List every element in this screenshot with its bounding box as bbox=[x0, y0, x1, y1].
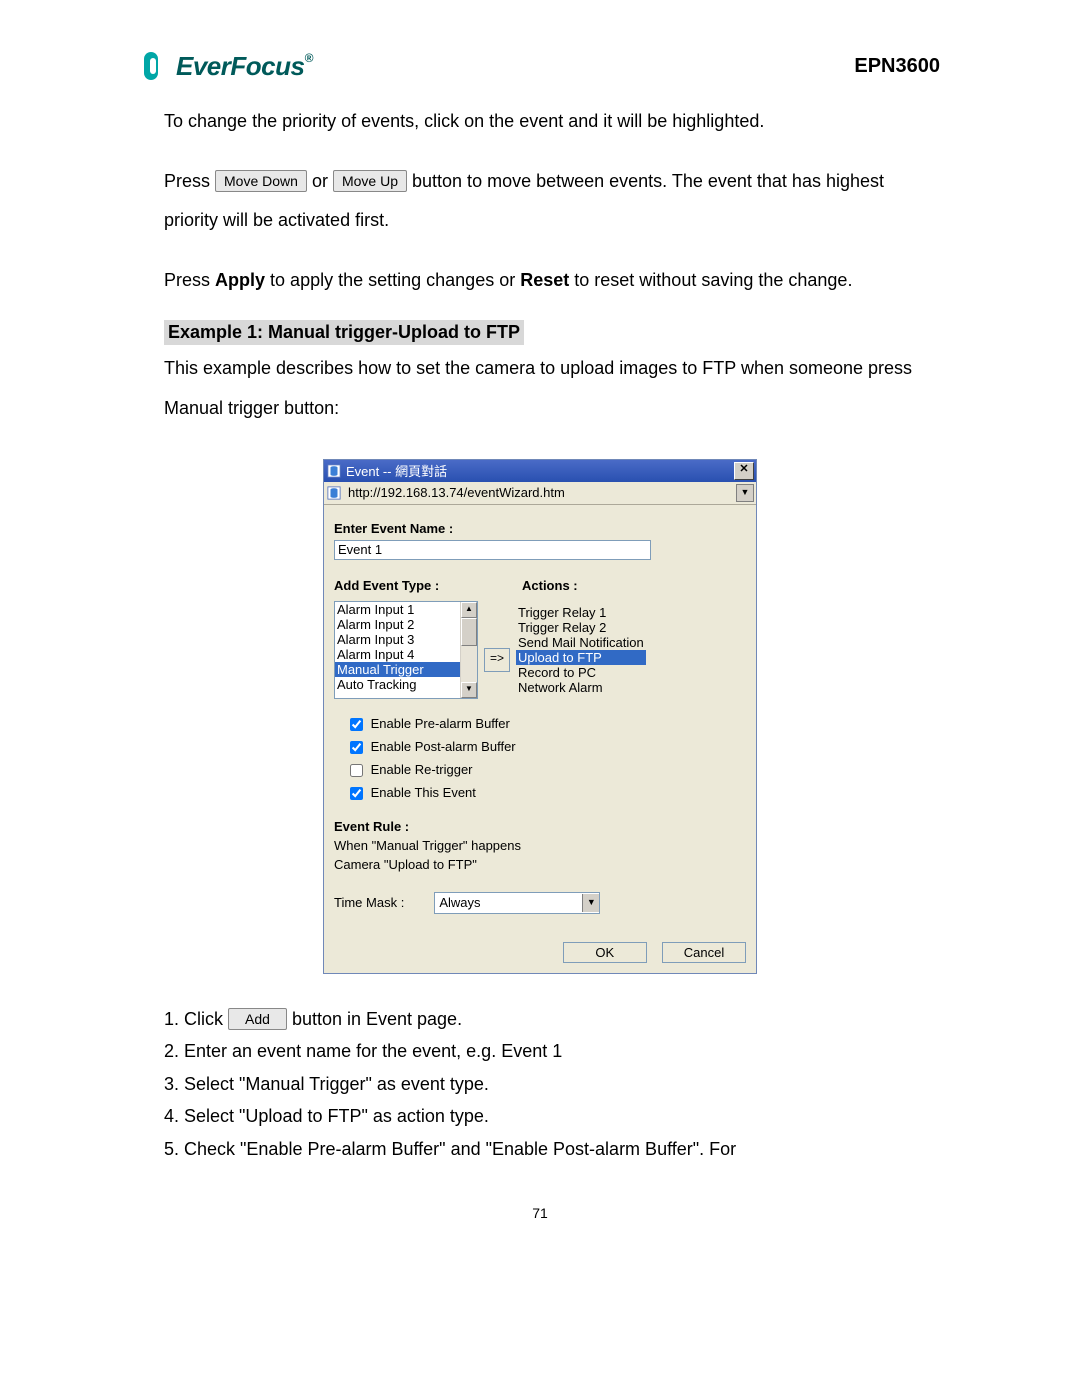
rule-line-2: Camera "Upload to FTP" bbox=[334, 857, 746, 872]
dropdown-icon[interactable]: ▼ bbox=[736, 484, 754, 502]
actions-listbox[interactable]: Trigger Relay 1Trigger Relay 2Send Mail … bbox=[516, 605, 646, 699]
everfocus-logo-icon bbox=[140, 50, 172, 82]
step-1: Click Add button in Event page. bbox=[184, 1004, 940, 1035]
cb-retrigger-label: Enable Re-trigger bbox=[371, 762, 473, 777]
cb-retrigger-row: Enable Re-trigger bbox=[346, 761, 746, 780]
product-name: EPN3600 bbox=[854, 55, 940, 82]
intro-paragraph-3: Press Apply to apply the setting changes… bbox=[140, 261, 940, 301]
move-down-button[interactable]: Move Down bbox=[215, 170, 307, 192]
assign-arrow-button[interactable]: => bbox=[484, 648, 510, 672]
dialog-body: Enter Event Name : Add Event Type : Acti… bbox=[324, 505, 756, 973]
action-item[interactable]: Trigger Relay 2 bbox=[516, 620, 646, 635]
step-5: Check "Enable Pre-alarm Buffer" and "Ena… bbox=[184, 1134, 940, 1165]
event-type-item[interactable]: Alarm Input 4 bbox=[335, 647, 461, 662]
event-type-item[interactable]: Alarm Input 2 bbox=[335, 617, 461, 632]
action-item[interactable]: Network Alarm bbox=[516, 680, 646, 695]
scroll-down-icon[interactable]: ▼ bbox=[461, 682, 477, 698]
intro-paragraph-1: To change the priority of events, click … bbox=[140, 102, 940, 142]
steps-list: Click Add button in Event page. Enter an… bbox=[164, 1004, 940, 1165]
move-up-button[interactable]: Move Up bbox=[333, 170, 407, 192]
enable-retrigger-checkbox[interactable] bbox=[350, 764, 363, 777]
address-bar: http://192.168.13.74/eventWizard.htm ▼ bbox=[324, 482, 756, 505]
add-event-type-label: Add Event Type : bbox=[334, 578, 514, 593]
header: EverFocus® EPN3600 bbox=[140, 50, 940, 82]
step-3: Select "Manual Trigger" as event type. bbox=[184, 1069, 940, 1100]
ok-button[interactable]: OK bbox=[563, 942, 647, 963]
apply-keyword: Apply bbox=[215, 270, 265, 290]
url-text: http://192.168.13.74/eventWizard.htm bbox=[346, 485, 736, 500]
event-name-input[interactable] bbox=[334, 540, 651, 560]
cb-prealarm-label: Enable Pre-alarm Buffer bbox=[371, 716, 510, 731]
ie-page-icon bbox=[326, 463, 342, 479]
time-mask-select[interactable]: Always ▼ bbox=[434, 892, 600, 914]
brand-name: EverFocus® bbox=[176, 51, 313, 82]
event-rule-label: Event Rule : bbox=[334, 819, 746, 834]
enable-postalarm-checkbox[interactable] bbox=[350, 741, 363, 754]
example-title: Example 1: Manual trigger-Upload to FTP bbox=[164, 320, 524, 345]
example-description: This example describes how to set the ca… bbox=[140, 349, 940, 428]
action-item[interactable]: Upload to FTP bbox=[516, 650, 646, 665]
actions-label: Actions : bbox=[522, 578, 746, 593]
step-2: Enter an event name for the event, e.g. … bbox=[184, 1036, 940, 1067]
enable-thisevent-checkbox[interactable] bbox=[350, 787, 363, 800]
step-4: Select "Upload to FTP" as action type. bbox=[184, 1101, 940, 1132]
cancel-button[interactable]: Cancel bbox=[662, 942, 746, 963]
cb-prealarm-row: Enable Pre-alarm Buffer bbox=[346, 715, 746, 734]
action-item[interactable]: Trigger Relay 1 bbox=[516, 605, 646, 620]
reset-keyword: Reset bbox=[520, 270, 569, 290]
event-type-listbox[interactable]: Alarm Input 1Alarm Input 2Alarm Input 3A… bbox=[334, 601, 478, 699]
chevron-down-icon: ▼ bbox=[582, 894, 599, 912]
action-item[interactable]: Send Mail Notification bbox=[516, 635, 646, 650]
cb-postalarm-row: Enable Post-alarm Buffer bbox=[346, 738, 746, 757]
event-type-item[interactable]: Auto Tracking bbox=[335, 677, 461, 692]
ie-page-icon bbox=[326, 485, 342, 501]
scroll-up-icon[interactable]: ▲ bbox=[461, 602, 477, 618]
close-icon[interactable]: ✕ bbox=[734, 462, 754, 480]
dialog-titlebar: Event -- 網頁對話 ✕ bbox=[324, 460, 756, 482]
enable-prealarm-checkbox[interactable] bbox=[350, 718, 363, 731]
cb-thisevent-row: Enable This Event bbox=[346, 784, 746, 803]
scroll-thumb[interactable] bbox=[461, 618, 477, 646]
event-type-item[interactable]: Alarm Input 1 bbox=[335, 602, 461, 617]
page-content: EverFocus® EPN3600 To change the priorit… bbox=[120, 50, 960, 1221]
page-number: 71 bbox=[140, 1205, 940, 1221]
enter-name-label: Enter Event Name : bbox=[334, 521, 746, 536]
event-dialog: Event -- 網頁對話 ✕ http://192.168.13.74/eve… bbox=[323, 459, 757, 974]
time-mask-label: Time Mask : bbox=[334, 895, 404, 910]
action-item[interactable]: Record to PC bbox=[516, 665, 646, 680]
brand-logo: EverFocus® bbox=[140, 50, 313, 82]
scrollbar[interactable]: ▲ ▼ bbox=[460, 602, 477, 698]
add-button[interactable]: Add bbox=[228, 1008, 287, 1030]
dialog-title: Event -- 網頁對話 bbox=[346, 461, 734, 480]
rule-line-1: When "Manual Trigger" happens bbox=[334, 838, 746, 853]
cb-thisevent-label: Enable This Event bbox=[371, 785, 476, 800]
event-type-item[interactable]: Alarm Input 3 bbox=[335, 632, 461, 647]
dialog-screenshot: Event -- 網頁對話 ✕ http://192.168.13.74/eve… bbox=[140, 459, 940, 974]
cb-postalarm-label: Enable Post-alarm Buffer bbox=[371, 739, 516, 754]
intro-paragraph-2: Press Move Down or Move Up button to mov… bbox=[140, 162, 940, 241]
event-type-item[interactable]: Manual Trigger bbox=[335, 662, 461, 677]
